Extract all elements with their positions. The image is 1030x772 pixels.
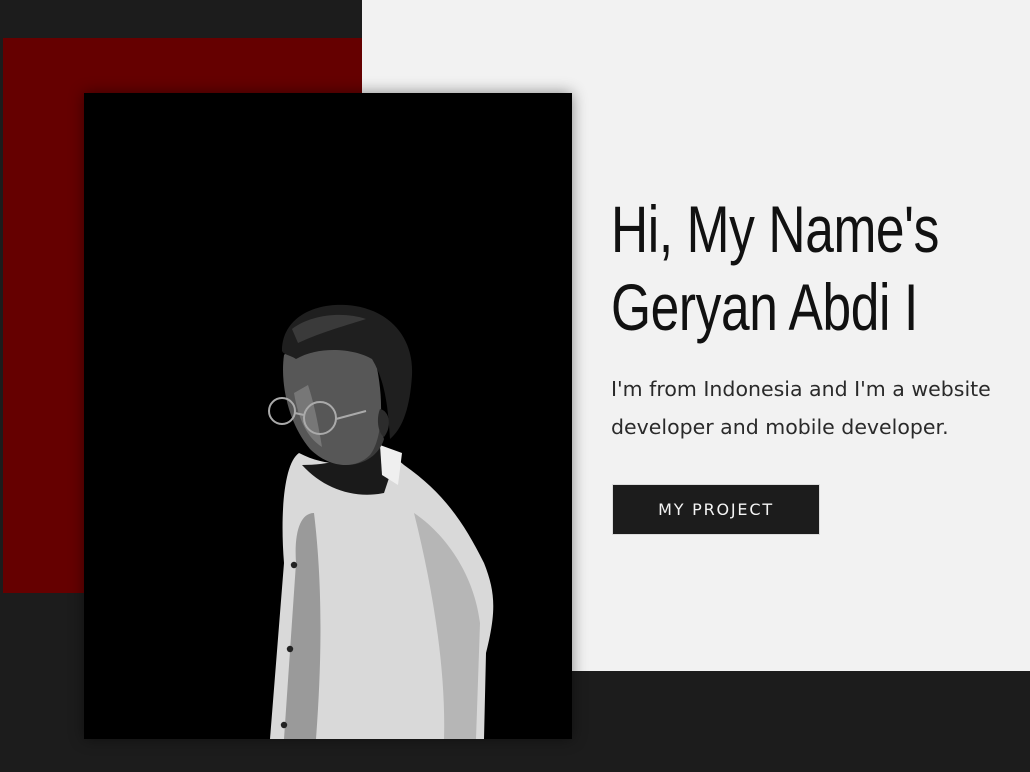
hero-description: I'm from Indonesia and I'm a website dev… xyxy=(611,377,991,439)
hero-section: Hi, My Name's Geryan Abdi I I'm from Ind… xyxy=(0,0,1030,772)
hero-title-line2: Geryan Abdi I xyxy=(611,270,918,344)
portrait-illustration xyxy=(84,93,572,739)
hero-title: Hi, My Name's Geryan Abdi I xyxy=(611,190,1026,346)
hero-title-line1: Hi, My Name's xyxy=(611,192,939,266)
hero-text-block: Hi, My Name's Geryan Abdi I I'm from Ind… xyxy=(611,190,1026,446)
my-project-button[interactable]: MY PROJECT xyxy=(612,484,820,535)
portrait-photo xyxy=(84,93,572,739)
